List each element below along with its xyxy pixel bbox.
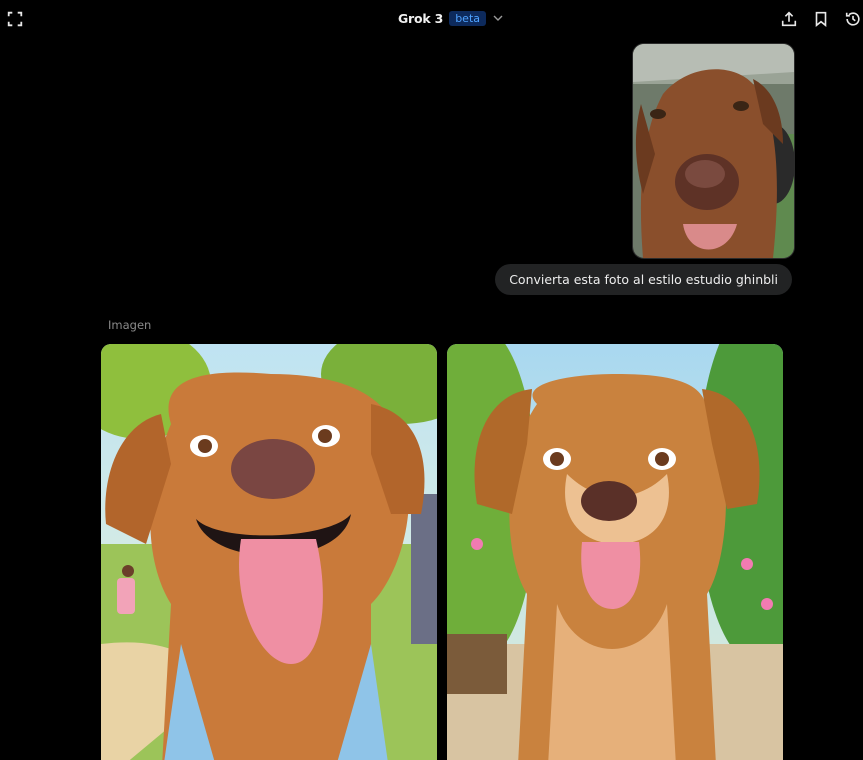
beta-badge: beta <box>449 10 486 26</box>
share-icon[interactable] <box>778 8 800 30</box>
grok-chat-page: Grok 3 beta Convierta esta foto al estil… <box>0 0 863 760</box>
top-bar: Grok 3 beta <box>0 0 863 40</box>
generated-image-1[interactable] <box>101 344 437 760</box>
generated-image-2[interactable] <box>447 344 783 760</box>
fullscreen-icon[interactable] <box>4 8 26 30</box>
model-name: Grok 3 <box>398 10 444 26</box>
user-attached-photo[interactable] <box>632 43 795 259</box>
bookmark-icon[interactable] <box>810 8 832 30</box>
user-message-bubble: Convierta esta foto al estilo estudio gh… <box>495 264 792 295</box>
history-icon[interactable] <box>842 8 863 30</box>
response-label: Imagen <box>108 318 152 332</box>
chevron-down-icon <box>492 9 504 28</box>
model-selector[interactable]: Grok 3 beta <box>398 7 504 29</box>
